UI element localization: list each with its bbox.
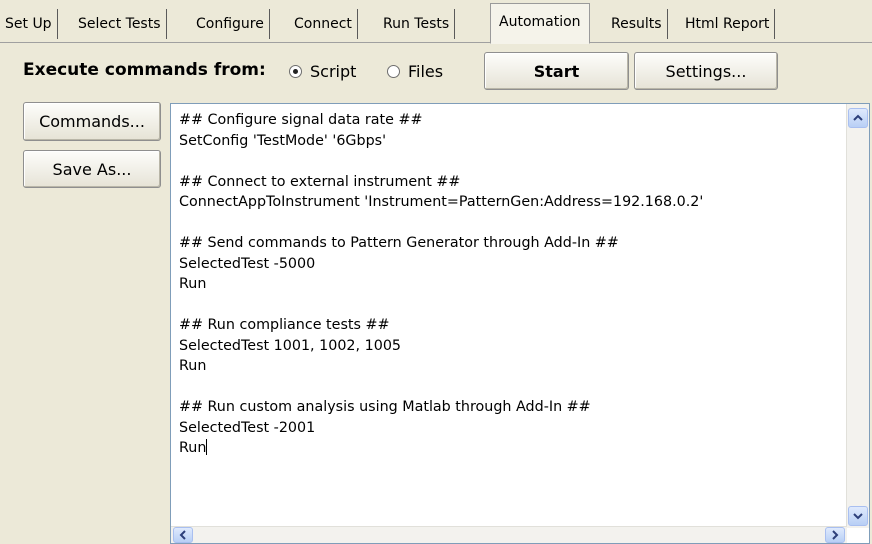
script-line: ## Connect to external instrument ##: [179, 173, 461, 190]
script-line: Run: [179, 358, 207, 374]
script-blank-line: [179, 213, 839, 234]
radio-files[interactable]: Files: [387, 59, 443, 83]
script-line: SelectedTest -2001: [179, 419, 316, 436]
chevron-left-icon[interactable]: [173, 527, 193, 543]
script-line: Run: [179, 438, 839, 459]
save-as-button[interactable]: Save As...: [23, 150, 161, 188]
script-line: SelectedTest -5000: [179, 255, 316, 272]
script-editor[interactable]: ## Configure signal data rate ## SetConfi…: [170, 103, 870, 544]
script-line: SelectedTest 1001, 1002, 1005: [179, 337, 402, 354]
radio-checked-icon: [289, 64, 302, 78]
horizontal-scrollbar[interactable]: [171, 526, 847, 543]
start-button[interactable]: Start: [484, 52, 629, 90]
settings-button[interactable]: Settings...: [634, 52, 778, 90]
script-line: ## Run custom analysis using Matlab thro…: [179, 399, 591, 415]
script-blank-line: [179, 151, 839, 172]
script-line: SetConfig 'TestMode' '6Gbps': [179, 132, 387, 149]
script-line: ## Configure signal data rate ##: [179, 112, 423, 128]
tab-automation[interactable]: Automation: [490, 3, 590, 44]
tab-set-up[interactable]: Set Up: [0, 9, 58, 39]
script-line: ConnectAppToInstrument 'Instrument=Patte…: [179, 194, 704, 210]
chevron-up-icon[interactable]: [848, 108, 868, 128]
tab-strip: Set Up Select Tests Configure Connect Ru…: [0, 0, 872, 44]
tab-select-tests[interactable]: Select Tests: [73, 9, 167, 39]
radio-unchecked-icon: [387, 64, 400, 78]
execute-commands-label: Execute commands from:: [23, 60, 266, 80]
radio-script[interactable]: Script: [289, 59, 356, 83]
script-line: ## Send commands to Pattern Generator th…: [179, 235, 619, 251]
script-blank-line: [179, 295, 839, 316]
script-line: ## Run compliance tests ##: [179, 317, 390, 333]
chevron-down-icon[interactable]: [848, 506, 868, 526]
radio-script-label: Script: [310, 61, 357, 81]
script-text[interactable]: ## Configure signal data rate ## SetConfi…: [179, 110, 839, 459]
script-blank-line: [179, 377, 839, 398]
tab-results[interactable]: Results: [606, 9, 668, 39]
chevron-right-icon[interactable]: [825, 527, 845, 543]
vertical-scrollbar[interactable]: [846, 104, 869, 528]
tab-run-tests[interactable]: Run Tests: [378, 9, 456, 39]
tab-html-report[interactable]: Html Report: [680, 9, 776, 39]
radio-files-label: Files: [408, 61, 444, 81]
script-line: Run: [179, 276, 207, 292]
commands-button[interactable]: Commands...: [23, 102, 161, 141]
tab-configure[interactable]: Configure: [191, 9, 270, 39]
tab-connect[interactable]: Connect: [289, 9, 358, 39]
